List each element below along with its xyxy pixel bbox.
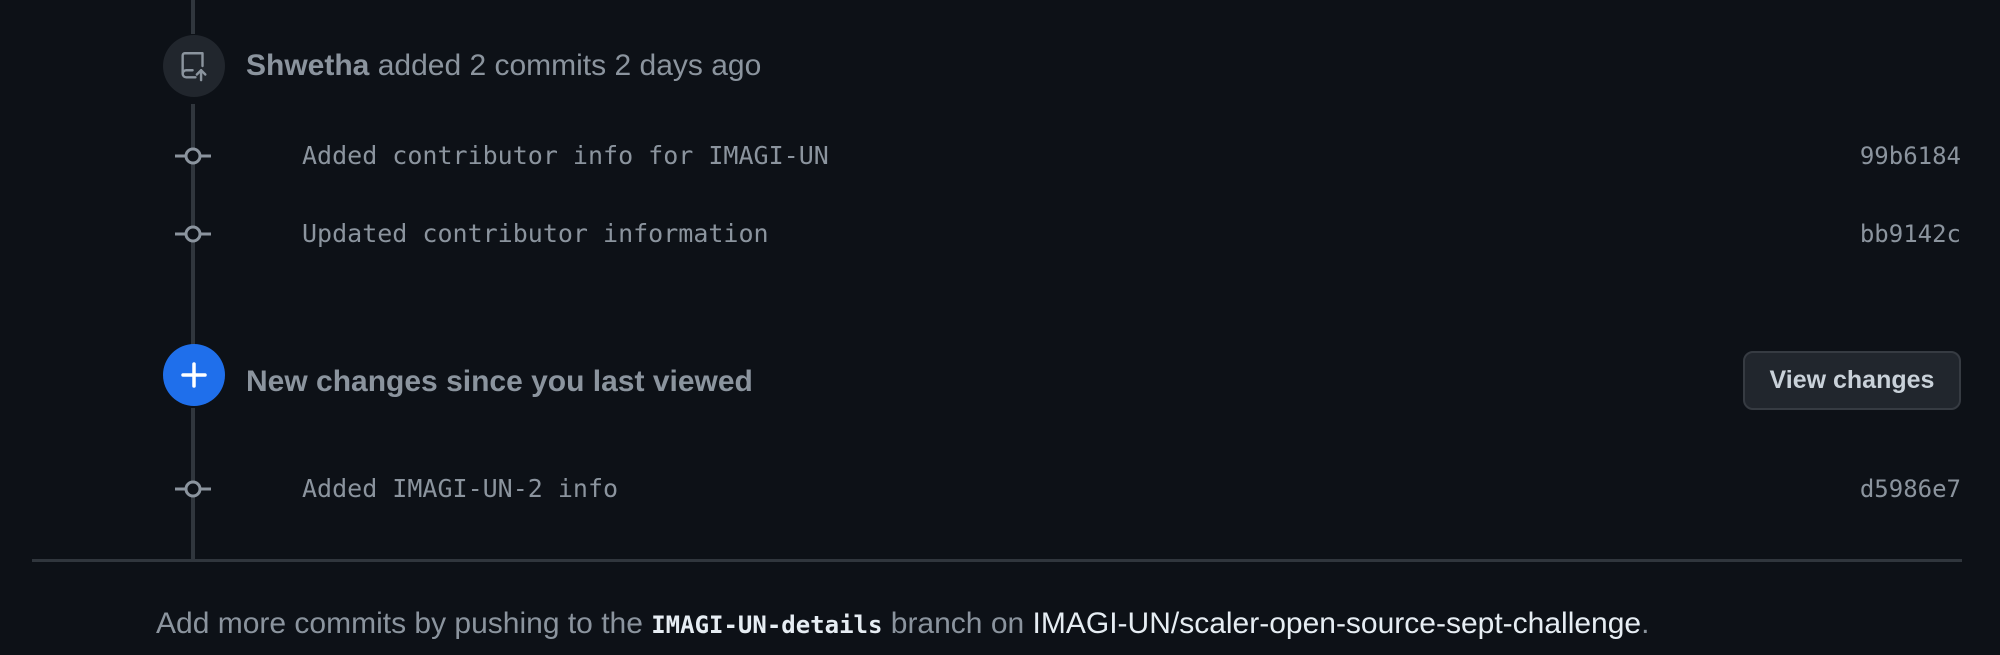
commit-sha-link[interactable]: 99b6184: [1860, 136, 1961, 176]
view-changes-button[interactable]: View changes: [1743, 351, 1961, 410]
commit-message-link[interactable]: Added contributor info for IMAGI-UN: [302, 136, 829, 176]
commit-sha-link[interactable]: bb9142c: [1860, 214, 1961, 254]
push-hint: Add more commits by pushing to the IMAGI…: [156, 604, 1649, 645]
timeline-line: [191, 0, 195, 34]
author-link[interactable]: Shwetha: [246, 49, 369, 82]
push-hint-suffix: .: [1641, 607, 1650, 640]
new-changes-label: New changes since you last viewed: [246, 365, 753, 398]
push-event-summary: Shwetha added 2 commits 2 days ago: [246, 46, 761, 86]
plus-icon: [163, 344, 225, 406]
push-action: added 2 commits: [377, 49, 607, 82]
divider: [32, 559, 1962, 562]
commit-message-link[interactable]: Updated contributor information: [302, 214, 769, 254]
commit-message-link[interactable]: Added IMAGI-UN-2 info: [302, 469, 618, 509]
commit-row: Added contributor info for IMAGI-UN 99b6…: [0, 136, 2000, 176]
commit-sha-link[interactable]: d5986e7: [1860, 469, 1961, 509]
branch-name: IMAGI-UN-details: [651, 611, 883, 639]
commit-row: Added IMAGI-UN-2 info d5986e7: [0, 469, 2000, 509]
repo-push-icon: [163, 35, 225, 97]
commit-row: Updated contributor information bb9142c: [0, 214, 2000, 254]
push-hint-middle: branch on: [882, 607, 1033, 640]
push-time[interactable]: 2 days ago: [615, 49, 762, 82]
push-hint-prefix: Add more commits by pushing to the: [156, 607, 652, 640]
repo-link[interactable]: IMAGI-UN/scaler-open-source-sept-challen…: [1033, 607, 1642, 640]
